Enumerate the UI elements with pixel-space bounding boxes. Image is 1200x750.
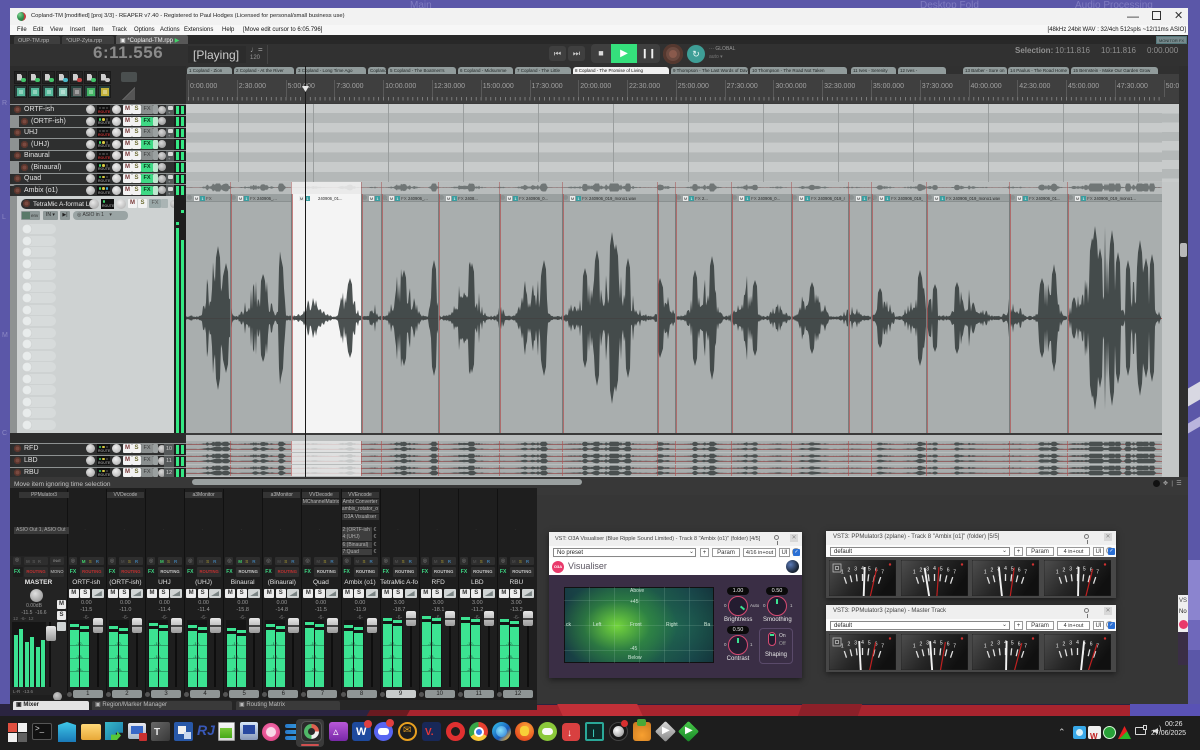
- svg-text:2: 2: [1062, 567, 1065, 573]
- svg-text:2: 2: [991, 567, 994, 573]
- svg-text:2: 2: [848, 641, 851, 647]
- svg-text:4: 4: [861, 640, 864, 646]
- svg-text:5: 5: [868, 566, 871, 572]
- svg-text:1: 1: [984, 643, 987, 649]
- svg-text:7: 7: [953, 643, 956, 649]
- svg-text:3: 3: [926, 566, 929, 572]
- svg-text:6: 6: [946, 567, 949, 573]
- svg-text:3: 3: [1069, 566, 1072, 572]
- svg-text:6: 6: [1018, 567, 1021, 573]
- svg-text:7: 7: [1024, 643, 1027, 649]
- svg-text:2: 2: [1062, 641, 1065, 647]
- svg-text:3: 3: [854, 566, 857, 572]
- svg-text:5: 5: [939, 640, 942, 646]
- svg-text:5: 5: [939, 566, 942, 572]
- svg-text:7: 7: [1024, 569, 1027, 575]
- svg-text:3: 3: [1069, 640, 1072, 646]
- svg-text:2: 2: [919, 641, 922, 647]
- svg-text:2: 2: [848, 567, 851, 573]
- svg-text:6: 6: [946, 641, 949, 647]
- svg-text:5: 5: [1011, 640, 1014, 646]
- svg-text:7: 7: [1096, 569, 1099, 575]
- svg-text:4: 4: [1076, 640, 1079, 646]
- svg-text:3: 3: [997, 640, 1000, 646]
- svg-text:5: 5: [1082, 566, 1085, 572]
- svg-text:2: 2: [991, 641, 994, 647]
- svg-text:3: 3: [926, 640, 929, 646]
- svg-text:1: 1: [912, 569, 915, 575]
- svg-text:7: 7: [881, 643, 884, 649]
- svg-text:4: 4: [933, 640, 936, 646]
- svg-text:3: 3: [854, 640, 857, 646]
- svg-text:1: 1: [1055, 643, 1058, 649]
- svg-text:1: 1: [912, 643, 915, 649]
- svg-text:6: 6: [1089, 641, 1092, 647]
- svg-text:2: 2: [919, 567, 922, 573]
- svg-text:5: 5: [868, 640, 871, 646]
- svg-text:7: 7: [881, 569, 884, 575]
- svg-text:1: 1: [1055, 569, 1058, 575]
- svg-text:4: 4: [933, 566, 936, 572]
- svg-text:1: 1: [984, 569, 987, 575]
- svg-text:7: 7: [953, 569, 956, 575]
- svg-text:4: 4: [1004, 566, 1007, 572]
